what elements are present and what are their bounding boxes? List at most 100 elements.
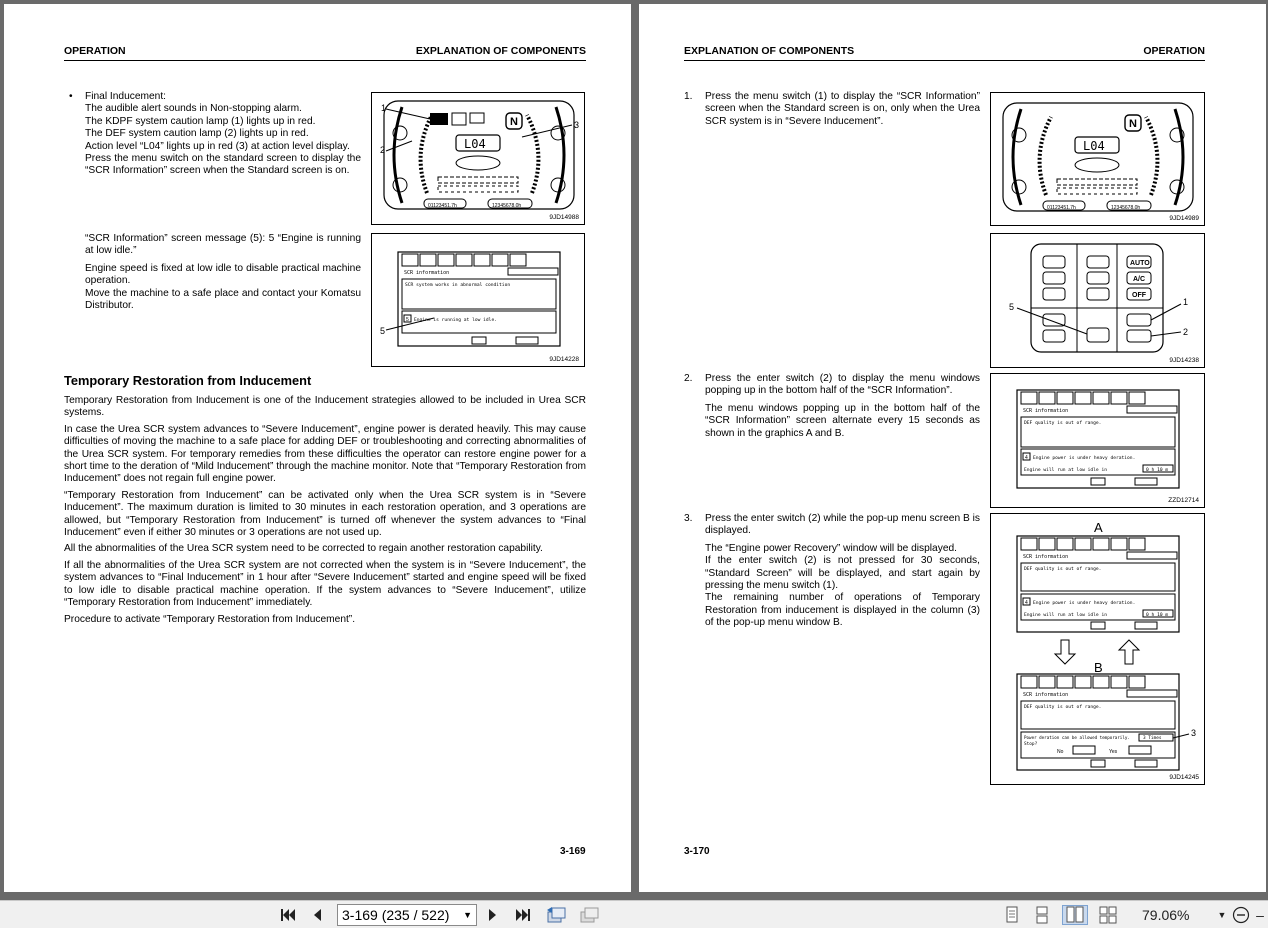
- scr-message-block: “SCR Information” screen message (5): 5 …: [85, 233, 361, 312]
- popup-b-line1: Power deration can be allowed temporaril…: [1024, 735, 1130, 740]
- level-display: L04: [1083, 139, 1105, 153]
- step1-text: Press the menu switch (1) to display the…: [705, 91, 980, 127]
- figure-caption: 9JD14989: [1169, 215, 1199, 222]
- bullet-title: Final Inducement:: [85, 91, 166, 102]
- popup-sequence-drawing: A SCR information DEF quality is out of …: [1016, 520, 1196, 771]
- scr-title: SCR information: [1023, 692, 1068, 698]
- scr-msg2-num: 5: [406, 317, 409, 323]
- switch-callout: 5: [1009, 302, 1014, 312]
- bullet-line: The audible alert sounds in Non-stopping…: [85, 103, 302, 115]
- step-number: 3.: [684, 513, 693, 524]
- fig1-callout: 1: [381, 103, 386, 113]
- single-page-icon[interactable]: [1003, 905, 1021, 925]
- popup-b-yes: Yes: [1109, 749, 1118, 755]
- label-b: B: [1094, 660, 1103, 675]
- scr-msg1: SCR system works in abnormal condition: [405, 282, 510, 288]
- page-left: OPERATION EXPLANATION OF COMPONENTS • Fi…: [4, 4, 631, 892]
- figure-monitor: L04 N 01123451.7h 12345678.0h 9JD14989: [990, 92, 1205, 226]
- step3-block: Press the enter switch (2) while the pop…: [705, 513, 980, 630]
- gear-display: N: [510, 116, 518, 128]
- hourmeter-left: 01123451.7h: [1047, 205, 1076, 211]
- bullet-line: The KDPF system caution lamp (1) lights …: [85, 115, 316, 127]
- zoom-dropdown-icon[interactable]: ▼: [1216, 905, 1228, 925]
- facing-pages-icon[interactable]: [1062, 905, 1088, 925]
- popup-b-callout: 3: [1191, 728, 1196, 738]
- scr-def-msg: DEF quality is out of range.: [1024, 704, 1101, 710]
- message-para: “SCR Information” screen message (5): 5 …: [85, 233, 361, 257]
- label-a: A: [1094, 520, 1103, 535]
- bullet-line: Action level “L04” lights up in red (3) …: [85, 140, 350, 152]
- scr-def-msg: DEF quality is out of range.: [1024, 420, 1101, 426]
- switch-panel-drawing: AUTO A/C OFF 1 2 5: [1009, 243, 1188, 353]
- chevron-down-icon: ▼: [463, 910, 472, 920]
- bullet-dot: •: [69, 91, 73, 102]
- step-number: 2.: [684, 373, 693, 384]
- section-title: Temporary Restoration from Inducement: [64, 373, 312, 388]
- body-paragraph: In case the Urea SCR system advances to …: [64, 423, 586, 485]
- go-back-icon[interactable]: [545, 905, 567, 925]
- bullet-line: The DEF system caution lamp (2) lights u…: [85, 128, 309, 140]
- figure-scr-screen: SCR information DEF quality is out of ra…: [990, 373, 1205, 508]
- fig2-callout: 5: [380, 326, 385, 336]
- header-left: EXPLANATION OF COMPONENTS: [684, 45, 855, 57]
- restoration-body: Temporary Restoration from Inducement is…: [64, 395, 586, 626]
- zoom-out-icon[interactable]: [1231, 905, 1251, 925]
- scr-def-msg: DEF quality is out of range.: [1024, 566, 1101, 572]
- popup-b-no: No: [1057, 749, 1064, 755]
- page-select-value: 3-169 (235 / 522): [342, 907, 450, 923]
- figure-caption: 9JD14245: [1169, 774, 1199, 781]
- header-left: OPERATION: [64, 45, 126, 57]
- body-paragraph: “Temporary Restoration from Inducement” …: [64, 489, 586, 539]
- speed-para: Engine speed is fixed at low idle to dis…: [85, 262, 361, 287]
- step3-text2: The “Engine power Recovery” window will …: [705, 542, 957, 554]
- figure-monitor: 1 2 3 L04 N 01123451.7h 12345678.0h 9JD1…: [371, 92, 585, 225]
- scr-screen-drawing: SCR information SCR system works in abno…: [380, 251, 561, 347]
- fig1-callout: 3: [574, 120, 579, 130]
- last-page-icon[interactable]: [513, 905, 533, 925]
- scr-title: SCR information: [404, 270, 449, 276]
- continuous-facing-icon[interactable]: [1097, 905, 1119, 925]
- header-rule: [64, 60, 586, 61]
- page-right: EXPLANATION OF COMPONENTS OPERATION 1. P…: [639, 4, 1266, 892]
- body-paragraph: Temporary Restoration from Inducement is…: [64, 395, 586, 419]
- continuous-page-icon[interactable]: [1033, 905, 1051, 925]
- scr-time: 0 h 10 m: [1146, 467, 1168, 473]
- figure-caption: ZZD12714: [1168, 497, 1199, 504]
- scr-low-idle-msg: Engine will run at low idle in: [1024, 612, 1107, 618]
- bullet-line: Press the menu switch on the standard sc…: [85, 153, 361, 177]
- scr-msg2: Engine is running at low idle.: [414, 317, 497, 323]
- figure-caption: 9JD14988: [549, 214, 579, 221]
- down-arrow-icon: [1053, 639, 1077, 665]
- zoom-slider-icon[interactable]: –: [1254, 905, 1266, 925]
- switch-off: OFF: [1132, 292, 1147, 299]
- step2-block: Press the enter switch (2) to display th…: [705, 373, 980, 440]
- scr-screen-drawing: SCR information DEF quality is out of ra…: [1016, 389, 1180, 489]
- fig1-callout: 2: [380, 145, 385, 155]
- figure-scr-screen: SCR information SCR system works in abno…: [371, 233, 585, 367]
- body-paragraph: Procedure to activate “Temporary Restora…: [64, 613, 356, 625]
- hourmeter-right: 12345678.0h: [1111, 205, 1140, 211]
- body-paragraph: If all the abnormalities of the Urea SCR…: [64, 559, 586, 609]
- monitor-drawing: L04 N 01123451.7h 12345678.0h: [1002, 102, 1194, 212]
- level-display: L04: [464, 137, 486, 151]
- page-number-select[interactable]: 3-169 (235 / 522) ▼: [337, 904, 477, 926]
- hourmeter-left: 01123451.7h: [428, 203, 457, 209]
- page-number: 3-169: [560, 846, 586, 857]
- step-number: 1.: [684, 91, 693, 102]
- first-page-icon[interactable]: [278, 905, 298, 925]
- body-paragraph: All the abnormalities of the Urea SCR sy…: [64, 543, 543, 555]
- popup-b-times: 3 Times: [1143, 735, 1162, 741]
- figure-caption: 9JD14238: [1169, 357, 1199, 364]
- switch-callout: 2: [1183, 327, 1188, 337]
- step3-text: Press the enter switch (2) while the pop…: [705, 513, 980, 537]
- document-viewer[interactable]: OPERATION EXPLANATION OF COMPONENTS • Fi…: [0, 0, 1268, 900]
- prev-page-icon[interactable]: [309, 905, 325, 925]
- navigation-toolbar: 3-169 (235 / 522) ▼ 79.06% ▼ –: [0, 900, 1268, 928]
- switch-callout: 1: [1183, 297, 1188, 307]
- go-forward-icon[interactable]: [578, 905, 600, 925]
- move-para: Move the machine to a safe place and con…: [85, 287, 361, 312]
- up-arrow-icon: [1117, 639, 1141, 665]
- zoom-level[interactable]: 79.06%: [1142, 907, 1189, 923]
- page-number: 3-170: [684, 846, 710, 857]
- next-page-icon[interactable]: [485, 905, 501, 925]
